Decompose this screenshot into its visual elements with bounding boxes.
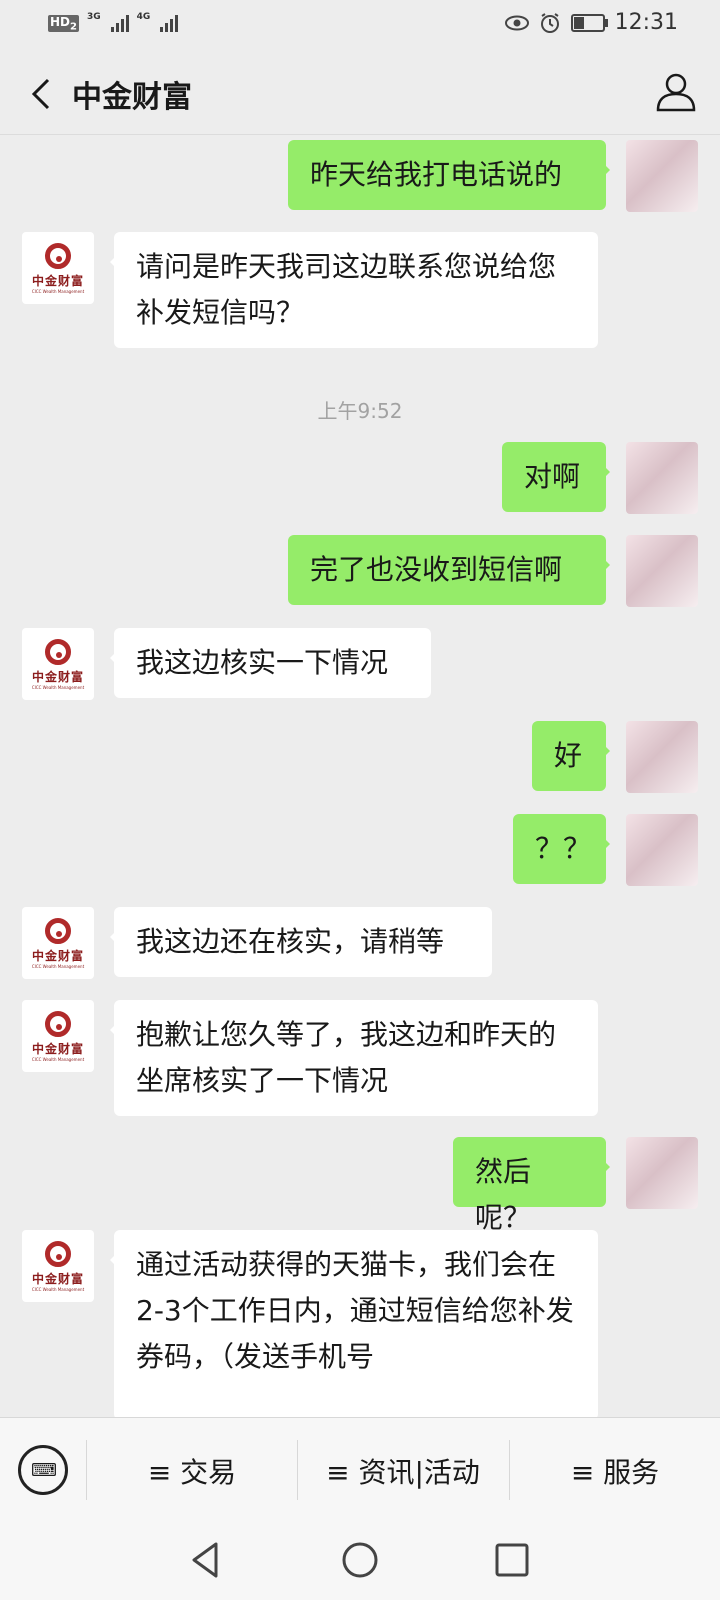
my-avatar[interactable] [626, 814, 698, 886]
user-profile-icon[interactable] [654, 70, 698, 114]
my-avatar[interactable] [626, 140, 698, 212]
message-row-received: 中金财富 CICC Wealth Management 通过活动获得的天猫卡，我们会… [0, 1230, 720, 1417]
message-row-received: 中金财富 CICC Wealth Management 抱歉让您久等了，我这边和昨天… [0, 1000, 720, 1116]
signal-1-icon [110, 12, 129, 32]
title-bar: 中金财富 [0, 50, 720, 135]
cicc-wealth-avatar[interactable]: 中金财富 CICC Wealth Management [22, 1000, 94, 1072]
network-type-2: 4G [136, 12, 151, 22]
sent-message-bubble[interactable]: 昨天给我打电话说的 [288, 140, 610, 210]
cicc-logo-icon [45, 242, 71, 269]
status-right: 12:31 [504, 10, 678, 35]
sent-message-bubble[interactable]: 然后呢？ [453, 1137, 610, 1234]
logo-text: 中金财富 [31, 1271, 84, 1286]
message-row-received: 中金财富 CICC Wealth Management 我这边还在核实，请稍等 [0, 907, 720, 979]
message-row-sent: 完了也没收到短信啊 [0, 535, 720, 607]
cicc-logo-icon [45, 638, 71, 665]
hd-sub-label: 2 [70, 21, 77, 32]
status-left: HD2 3G 4G [48, 12, 179, 32]
logo-subtitle: CICC Wealth Management [31, 1286, 85, 1292]
cicc-logo-icon [45, 1240, 71, 1267]
menu-item-trade[interactable]: ≡ 交易 [88, 1418, 296, 1523]
logo-text: 中金财富 [31, 948, 84, 963]
back-arrow-icon[interactable] [24, 74, 64, 114]
received-message-bubble[interactable]: 抱歉让您久等了，我这边和昨天的坐席核实了一下情况 [110, 1000, 598, 1116]
cicc-logo-icon [45, 917, 71, 944]
sent-message-bubble[interactable]: ？？ [513, 814, 610, 884]
alarm-icon [540, 12, 559, 33]
nav-recent-icon[interactable] [492, 1540, 532, 1580]
my-avatar[interactable] [626, 442, 698, 514]
my-avatar[interactable] [626, 535, 698, 607]
cicc-wealth-avatar[interactable]: 中金财富 CICC Wealth Management [22, 232, 94, 304]
network-type-1: 3G [86, 12, 101, 22]
message-row-received: 中金财富 CICC Wealth Management 我这边核实一下情况 [0, 628, 720, 700]
sent-message-bubble[interactable]: 对啊 [502, 442, 610, 512]
status-bar: HD2 3G 4G 12:31 [0, 0, 720, 50]
cicc-wealth-avatar[interactable]: 中金财富 CICC Wealth Management [22, 1230, 94, 1302]
received-message-bubble[interactable]: 我这边还在核实，请稍等 [110, 907, 492, 977]
message-row-sent: 好 [0, 721, 720, 793]
page-title: 中金财富 [72, 80, 192, 115]
received-message-bubble[interactable]: 通过活动获得的天猫卡，我们会在2-3个工作日内，通过短信给您补发券码，（发送手机… [110, 1230, 598, 1417]
logo-subtitle: CICC Wealth Management [31, 684, 85, 690]
sent-message-bubble[interactable]: 完了也没收到短信啊 [288, 535, 610, 605]
hd-voice-indicator: HD2 [48, 14, 79, 32]
my-avatar[interactable] [626, 721, 698, 793]
nav-home-icon[interactable] [340, 1540, 380, 1580]
signal-2-icon [160, 12, 179, 32]
keyboard-icon[interactable]: ⌨ [18, 1445, 68, 1495]
clock: 12:31 [614, 10, 678, 35]
cicc-wealth-avatar[interactable]: 中金财富 CICC Wealth Management [22, 907, 94, 979]
message-row-sent: 昨天给我打电话说的 [0, 140, 720, 212]
message-row-received: 中金财富 CICC Wealth Management 请问是昨天我司这边联系您说给… [0, 232, 720, 348]
logo-text: 中金财富 [31, 1041, 84, 1056]
chat-area[interactable]: 昨天给我打电话说的 中金财富 CICC Wealth Management 请问是昨天… [0, 135, 720, 1417]
timestamp: 上午9:52 [317, 399, 403, 423]
my-avatar[interactable] [626, 1137, 698, 1209]
sent-message-bubble[interactable]: 好 [532, 721, 610, 791]
menu-divider [86, 1440, 87, 1500]
message-row-sent: 对啊 [0, 442, 720, 514]
menu-item-service[interactable]: ≡ 服务 [510, 1418, 720, 1523]
eye-comfort-icon [504, 15, 529, 30]
message-row-sent: 然后呢？ [0, 1137, 720, 1234]
logo-text: 中金财富 [31, 273, 84, 288]
bottom-menu: ⌨ ≡ 交易 ≡ 资讯|活动 ≡ 服务 [0, 1417, 720, 1523]
logo-subtitle: CICC Wealth Management [31, 1056, 85, 1062]
logo-subtitle: CICC Wealth Management [31, 963, 85, 969]
cicc-wealth-avatar[interactable]: 中金财富 CICC Wealth Management [22, 628, 94, 700]
logo-subtitle: CICC Wealth Management [31, 288, 85, 294]
received-message-bubble[interactable]: 我这边核实一下情况 [110, 628, 431, 698]
menu-item-news-activity[interactable]: ≡ 资讯|活动 [298, 1418, 508, 1523]
logo-text: 中金财富 [31, 669, 84, 684]
system-nav-bar [0, 1522, 720, 1600]
message-row-sent: ？？ [0, 814, 720, 886]
battery-icon [570, 13, 608, 32]
nav-back-icon[interactable] [186, 1540, 226, 1580]
hd-label: HD [50, 14, 71, 29]
battery-fill [573, 16, 584, 29]
received-message-bubble[interactable]: 请问是昨天我司这边联系您说给您补发短信吗？ [110, 232, 598, 348]
cicc-logo-icon [45, 1010, 71, 1037]
